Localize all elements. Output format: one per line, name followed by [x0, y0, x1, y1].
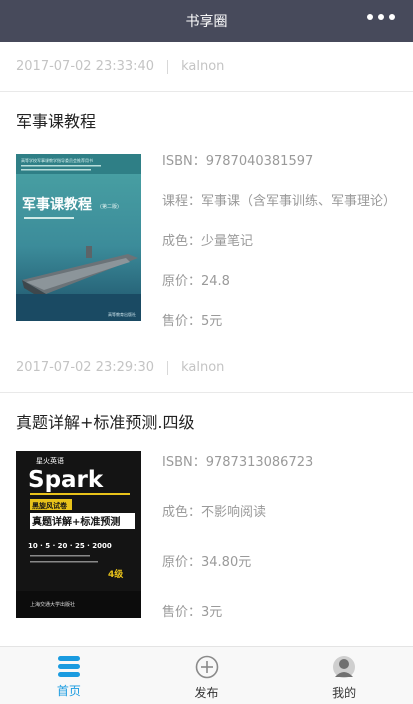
home-list-icon	[57, 656, 80, 677]
cover-publisher-text: 高等教育出版社	[108, 311, 136, 317]
more-menu-button[interactable]	[367, 14, 395, 20]
post-list[interactable]: 2017-07-02 23:33:40 kalnon 军事课教程 高等学校军事课…	[0, 42, 413, 646]
cover-counts-text: 10 · 5 · 20 · 25 · 2000	[28, 542, 112, 550]
post-meta: 2017-07-02 23:33:40 kalnon	[0, 42, 413, 92]
tab-mine-label: 我的	[332, 686, 357, 700]
page-title: 书享圈	[185, 14, 228, 30]
cover-title-text: 真题详解+标准预测	[32, 515, 120, 528]
book-details[interactable]: 高等学校军事课教学指导委员会推荐用书 军事课教程 (第二版) 高等教育出版社 I…	[0, 150, 413, 356]
more-dot-icon	[378, 14, 384, 20]
course-text: 课程：军事课（含军事训练、军事理论）	[162, 194, 397, 209]
tab-home-label: 首页	[56, 684, 81, 698]
cover-edition-text: (第二版)	[100, 203, 119, 210]
condition-text: 成色：少量笔记	[162, 234, 254, 249]
post-user[interactable]: kalnon	[181, 59, 224, 74]
book-details[interactable]: 星火英语 Spark 黑旋风试卷 真题详解+标准预测 10 · 5 · 20 ·…	[0, 451, 413, 646]
post-date: 2017-07-02 23:33:40	[16, 59, 155, 74]
meta-divider	[167, 59, 169, 74]
sale-price-text: 售价：3元	[162, 605, 223, 620]
tab-publish-label: 发布	[194, 686, 219, 700]
book-cover-image[interactable]: 星火英语 Spark 黑旋风试卷 真题详解+标准预测 10 · 5 · 20 ·…	[16, 451, 141, 618]
sale-price-text: 售价：5元	[162, 314, 223, 329]
cover-title-text: 军事课教程	[22, 196, 92, 213]
tab-publish[interactable]: 发布	[138, 647, 276, 704]
meta-divider	[167, 360, 169, 375]
post-item[interactable]: 2017-07-02 23:29:30 kalnon 真题详解+标准预测.四级 …	[0, 343, 413, 646]
book-title[interactable]: 真题详解+标准预测.四级	[0, 393, 413, 451]
cover-publisher-text: 上海交通大学出版社	[30, 601, 75, 608]
cover-series-text: 高等学校军事课教学指导委员会推荐用书	[21, 157, 93, 163]
original-price-text: 原价：24.8	[162, 274, 230, 289]
post-item[interactable]: 2017-07-02 23:33:40 kalnon 军事课教程 高等学校军事课…	[0, 42, 413, 356]
cover-brand-top-text: 星火英语	[36, 456, 64, 465]
post-date: 2017-07-02 23:29:30	[16, 360, 155, 375]
post-user[interactable]: kalnon	[181, 360, 224, 375]
book-title[interactable]: 军事课教程	[0, 92, 413, 150]
tab-home[interactable]: 首页	[0, 647, 138, 704]
more-dot-icon	[389, 14, 395, 20]
cover-series-text: 黑旋风试卷	[32, 501, 68, 510]
original-price-text: 原价：34.80元	[162, 555, 252, 570]
cover-brand-text: Spark	[28, 467, 104, 493]
isbn-text: ISBN：9787313086723	[162, 455, 314, 470]
add-circle-icon	[195, 655, 218, 679]
bottom-tab-bar: 首页 发布 我的	[0, 646, 413, 704]
isbn-text: ISBN：9787040381597	[162, 154, 314, 169]
more-dot-icon	[367, 14, 373, 20]
tab-mine[interactable]: 我的	[275, 647, 413, 704]
post-meta: 2017-07-02 23:29:30 kalnon	[0, 343, 413, 393]
user-icon	[333, 656, 356, 678]
book-cover-image[interactable]: 高等学校军事课教学指导委员会推荐用书 军事课教程 (第二版) 高等教育出版社	[16, 154, 141, 321]
cover-level-text: 4级	[108, 568, 124, 580]
condition-text: 成色：不影响阅读	[162, 505, 267, 520]
title-bar: 书享圈	[0, 0, 413, 42]
